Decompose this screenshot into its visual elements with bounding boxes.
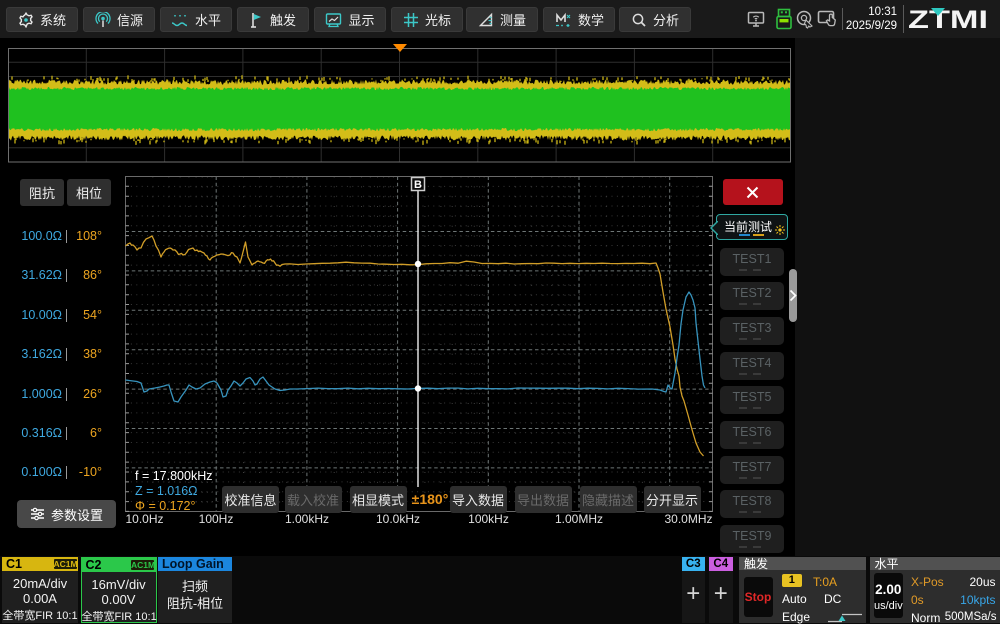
svg-text:B: B bbox=[414, 179, 422, 191]
svg-text:ZTMI: ZTMI bbox=[908, 7, 988, 31]
